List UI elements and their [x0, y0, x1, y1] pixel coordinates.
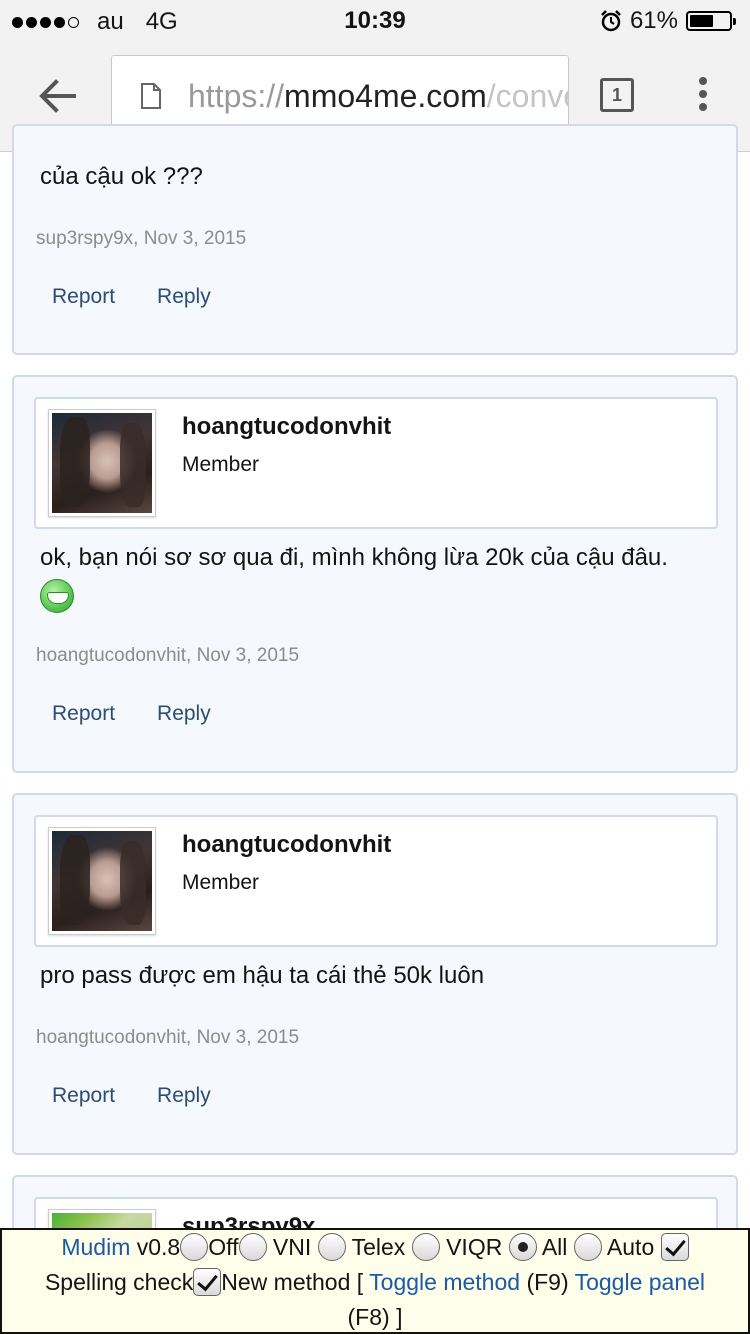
mudim-title[interactable]: Mudim [61, 1234, 130, 1260]
status-right: 61% [600, 7, 736, 35]
post-meta: hoangtucodonvhit, Nov 3, 2015 [36, 1027, 300, 1048]
url-path: /conversations [486, 78, 568, 114]
mudim-row-3: (F8) ] [2, 1300, 748, 1332]
report-link[interactable]: Report [52, 1084, 115, 1108]
post: hoangtucodonvhit Member ok, bạn nói sơ s… [12, 375, 738, 773]
overflow-menu-icon[interactable] [690, 77, 716, 117]
battery-percent: 61% [629, 7, 678, 34]
radio-all-label: All [541, 1234, 568, 1260]
bracket-open: [ [356, 1269, 364, 1295]
url-scheme: https:// [188, 78, 285, 114]
checkbox-auto-extra[interactable] [660, 1233, 689, 1261]
spelling-check-label: Spelling check [44, 1269, 194, 1295]
toggle-panel-key: (F8) ] [347, 1304, 403, 1330]
tab-switcher-button[interactable]: 1 [600, 78, 634, 112]
spelling-check-checkbox[interactable] [193, 1268, 222, 1296]
status-bar: au 4G 10:39 61% [0, 0, 750, 40]
url-domain: mmo4me.com [284, 78, 487, 114]
radio-vni[interactable] [238, 1233, 267, 1261]
username[interactable]: hoangtucodonvhit [182, 831, 391, 859]
reply-link[interactable]: Reply [157, 702, 211, 726]
radio-viqr[interactable] [411, 1233, 440, 1261]
radio-all[interactable] [508, 1233, 537, 1261]
radio-telex-label: Telex [351, 1234, 406, 1260]
user-role: Member [182, 871, 260, 894]
back-arrow-icon[interactable] [36, 74, 80, 118]
report-link[interactable]: Report [52, 702, 115, 726]
mudim-panel: Mudim v0.8 Off VNI Telex VIQR All Auto Sp… [0, 1228, 750, 1334]
radio-vni-label: VNI [272, 1234, 312, 1260]
post-message: của cậu ok ??? [40, 163, 203, 190]
toggle-method-link[interactable]: Toggle method [369, 1269, 520, 1295]
report-link[interactable]: Report [52, 285, 115, 309]
post-actions: Report Reply [52, 702, 211, 726]
post: hoangtucodonvhit Member pro pass được em… [12, 793, 738, 1155]
page-icon [141, 83, 161, 109]
avatar[interactable] [48, 827, 156, 935]
mudim-row-1: Mudim v0.8 Off VNI Telex VIQR All Auto [2, 1230, 748, 1265]
post-actions: Report Reply [52, 285, 211, 309]
radio-auto-label: Auto [606, 1234, 655, 1260]
radio-viqr-label: VIQR [446, 1234, 503, 1260]
username[interactable]: hoangtucodonvhit [182, 413, 391, 441]
avatar[interactable] [48, 409, 156, 517]
url-text: https://mmo4me.com/conversations [188, 78, 568, 115]
reply-link[interactable]: Reply [157, 1084, 211, 1108]
battery-icon [686, 11, 736, 31]
user-info-box: hoangtucodonvhit Member [34, 815, 718, 947]
user-role: Member [182, 453, 260, 476]
mudim-row-2: Spelling check New method [ Toggle method… [2, 1265, 748, 1300]
alarm-icon [601, 10, 621, 32]
radio-telex[interactable] [317, 1233, 346, 1261]
toggle-panel-link[interactable]: Toggle panel [575, 1269, 705, 1295]
new-method-label: New method [221, 1269, 351, 1295]
post-meta: sup3rspy9x, Nov 3, 2015 [36, 228, 247, 249]
radio-off[interactable] [180, 1233, 209, 1261]
post-message-text: ok, bạn nói sơ sơ qua đi, mình không lừa… [40, 544, 668, 571]
grin-icon [40, 578, 74, 613]
post: của cậu ok ??? sup3rspy9x, Nov 3, 2015 R… [12, 124, 738, 355]
post-message: pro pass được em hậu ta cái thẻ 50k luôn [40, 962, 485, 989]
reply-link[interactable]: Reply [157, 285, 211, 309]
post-message: ok, bạn nói sơ sơ qua đi, mình không lừa… [40, 539, 700, 613]
radio-off-label: Off [208, 1234, 239, 1260]
toggle-method-key: (F9) [526, 1269, 569, 1295]
post-meta: hoangtucodonvhit, Nov 3, 2015 [36, 645, 300, 666]
radio-auto[interactable] [573, 1233, 602, 1261]
user-info-box: hoangtucodonvhit Member [34, 397, 718, 529]
mudim-version: v0.8 [136, 1234, 181, 1260]
post-actions: Report Reply [52, 1084, 211, 1108]
